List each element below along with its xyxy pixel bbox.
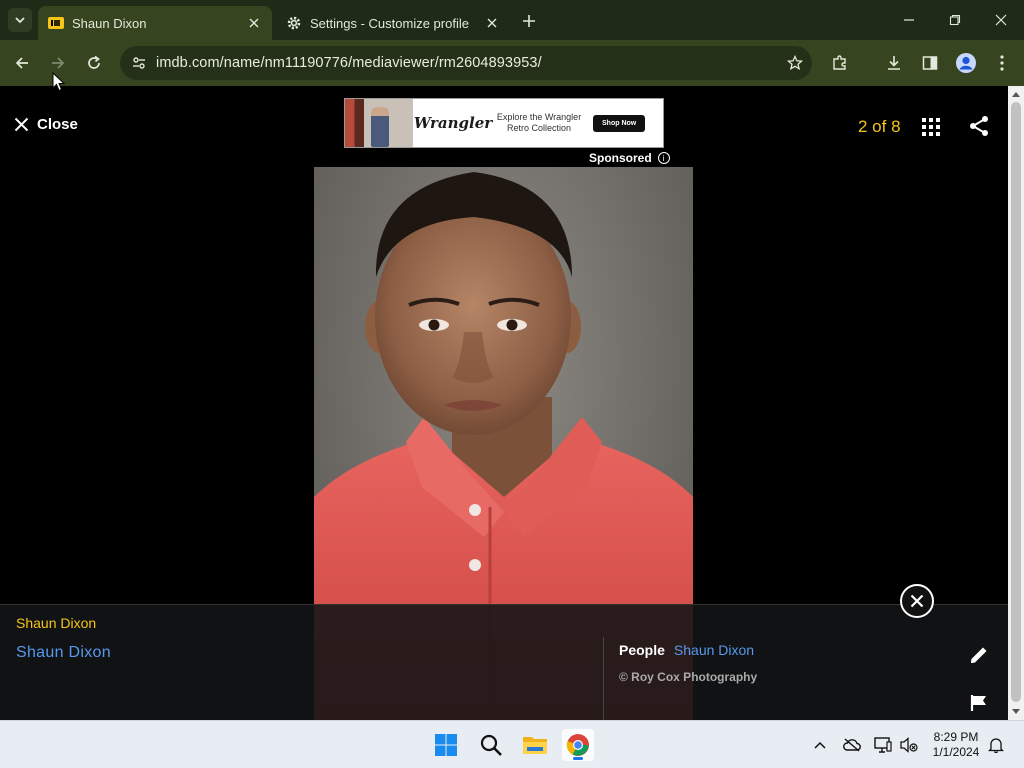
- ad-tagline: Explore the Wrangler Retro Collection: [496, 112, 582, 133]
- folder-icon: [523, 737, 547, 754]
- pencil-icon[interactable]: [968, 644, 990, 666]
- system-clock[interactable]: 8:29 PM 1/1/2024: [924, 730, 988, 760]
- show-hidden-icons-button[interactable]: [810, 735, 830, 755]
- volume-tray-icon[interactable]: [899, 735, 919, 755]
- new-tab-button[interactable]: [518, 10, 540, 32]
- puzzle-icon: [833, 55, 846, 70]
- image-counter: 2 of 8: [858, 117, 901, 136]
- ad-shop-now-button[interactable]: Shop Now: [593, 114, 646, 132]
- chevron-down-icon: [15, 17, 25, 24]
- divider: [603, 637, 604, 720]
- start-button[interactable]: [430, 729, 462, 761]
- cloud-off-icon: [843, 738, 861, 752]
- sponsored-text: Sponsored: [589, 151, 652, 165]
- caption-panel: Shaun Dixon Shaun Dixon People Shaun Dix…: [0, 604, 1008, 720]
- info-icon[interactable]: i: [657, 152, 670, 164]
- plus-icon: [523, 15, 535, 27]
- ad-brand-logo: Wrangler: [413, 114, 493, 132]
- network-tray-icon[interactable]: [873, 735, 893, 755]
- close-label: Close: [37, 116, 78, 133]
- search-icon: [480, 734, 502, 756]
- url-text: imdb.com/name/nm11190776/mediaviewer/rm2…: [156, 55, 542, 71]
- address-bar[interactable]: imdb.com/name/nm11190776/mediaviewer/rm2…: [120, 46, 812, 80]
- caption-title: Shaun Dixon: [16, 615, 97, 631]
- chevron-up-icon: [814, 741, 826, 749]
- minimize-icon: [904, 19, 914, 21]
- windows-taskbar: 8:29 PM 1/1/2024: [0, 720, 1024, 768]
- ad-photo: [345, 99, 413, 147]
- site-info-icon[interactable]: [122, 55, 156, 71]
- restore-button[interactable]: [942, 8, 968, 32]
- more-vertical-icon: [1000, 55, 1004, 71]
- collapse-caption-button[interactable]: [900, 584, 934, 618]
- media-viewer: Close Wrangler Explore the Wrangler Retr…: [0, 86, 1008, 720]
- caption-name-link[interactable]: Shaun Dixon: [16, 644, 111, 662]
- extensions-button[interactable]: [827, 50, 853, 76]
- arrow-right-icon: [52, 57, 65, 69]
- people-label: People: [619, 642, 665, 658]
- tab-settings[interactable]: Settings - Customize profile: [276, 6, 510, 40]
- close-icon[interactable]: [484, 15, 500, 31]
- arrow-left-icon: [15, 57, 28, 69]
- tab-title: Shaun Dixon: [72, 15, 147, 31]
- tab-title: Settings - Customize profile: [310, 15, 469, 31]
- downloads-button[interactable]: [881, 50, 907, 76]
- bookmark-star-icon[interactable]: [778, 55, 812, 71]
- tab-strip: Shaun Dixon Settings - Customize profile: [0, 0, 1024, 40]
- close-icon: [910, 594, 924, 608]
- scroll-down-arrow[interactable]: [1008, 704, 1024, 720]
- close-icon: [995, 14, 1007, 26]
- close-icon[interactable]: [246, 15, 262, 31]
- flag-icon[interactable]: [970, 694, 988, 712]
- gallery-grid-icon[interactable]: [920, 116, 942, 138]
- search-button[interactable]: [475, 729, 507, 761]
- scroll-up-arrow[interactable]: [1008, 86, 1024, 102]
- file-explorer-button[interactable]: [519, 729, 551, 761]
- onedrive-tray-icon[interactable]: [842, 735, 862, 755]
- restore-icon: [949, 14, 961, 26]
- close-icon: [14, 117, 29, 132]
- speaker-muted-icon: [900, 737, 918, 753]
- monitor-icon: [874, 737, 892, 753]
- clock-date: 1/1/2024: [932, 745, 980, 759]
- sponsored-ad-banner[interactable]: Wrangler Explore the Wrangler Retro Coll…: [344, 98, 664, 148]
- reload-icon: [88, 55, 100, 69]
- back-button[interactable]: [9, 50, 35, 76]
- active-indicator: [573, 757, 583, 760]
- side-panel-icon: [922, 56, 938, 70]
- reload-button[interactable]: [81, 50, 107, 76]
- people-row: People Shaun Dixon: [619, 642, 754, 658]
- scrollbar-thumb[interactable]: [1011, 102, 1021, 702]
- share-icon[interactable]: [967, 114, 991, 138]
- chrome-taskbar-button[interactable]: [562, 729, 594, 761]
- window-close-button[interactable]: [988, 8, 1014, 32]
- download-icon: [888, 56, 900, 70]
- avatar-icon: [956, 53, 976, 73]
- chrome-icon: [566, 734, 589, 756]
- page-scrollbar[interactable]: [1008, 86, 1024, 720]
- notifications-button[interactable]: [986, 735, 1006, 755]
- windows-logo-icon: [435, 734, 457, 756]
- close-viewer-button[interactable]: Close: [14, 116, 78, 133]
- side-panel-button[interactable]: [917, 50, 943, 76]
- mouse-cursor-icon: [52, 72, 65, 92]
- photo-credit: © Roy Cox Photography: [619, 670, 758, 684]
- profile-button[interactable]: [953, 50, 979, 76]
- bell-icon: [988, 738, 1004, 753]
- browser-toolbar: imdb.com/name/nm11190776/mediaviewer/rm2…: [0, 40, 1024, 86]
- menu-button[interactable]: [989, 50, 1015, 76]
- imdb-icon: [48, 15, 64, 31]
- sponsored-label: Sponsored i: [589, 151, 670, 165]
- minimize-button[interactable]: [896, 8, 922, 32]
- clock-time: 8:29 PM: [933, 730, 979, 744]
- tab-shaun-dixon[interactable]: Shaun Dixon: [38, 6, 272, 40]
- gear-icon: [286, 15, 302, 31]
- tab-search-button[interactable]: [8, 8, 32, 32]
- people-link[interactable]: Shaun Dixon: [674, 642, 754, 658]
